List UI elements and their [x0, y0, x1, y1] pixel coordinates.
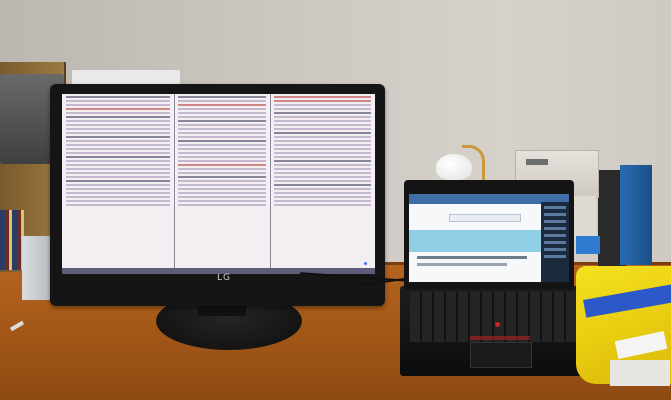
laptop-screen [409, 194, 569, 282]
web-text-line [417, 256, 527, 259]
code-pane-middle [174, 94, 271, 274]
blue-box [620, 165, 652, 265]
web-side-panel [541, 202, 569, 282]
monitor-brand-logo: LG [217, 273, 231, 283]
blue-item [576, 236, 600, 254]
web-text-line [417, 263, 507, 266]
trackpoint-icon [495, 322, 500, 327]
power-led-icon [364, 262, 367, 265]
web-search-box [449, 214, 521, 222]
paper-stack [72, 70, 180, 84]
bag-label [614, 330, 668, 360]
small-box [572, 196, 596, 240]
books [0, 210, 24, 270]
desk-photo: LG [0, 0, 671, 400]
router-box-label [526, 159, 548, 165]
laptop-keyboard [410, 292, 596, 342]
code-pane-left [62, 94, 175, 274]
bag-stripe [583, 284, 671, 318]
trackpoint-buttons [470, 336, 530, 340]
plastic-bag [610, 360, 670, 386]
code-pane-right [270, 94, 375, 274]
touchpad [470, 342, 532, 368]
lamp-shade [436, 154, 472, 180]
monitor-screen [62, 94, 375, 274]
